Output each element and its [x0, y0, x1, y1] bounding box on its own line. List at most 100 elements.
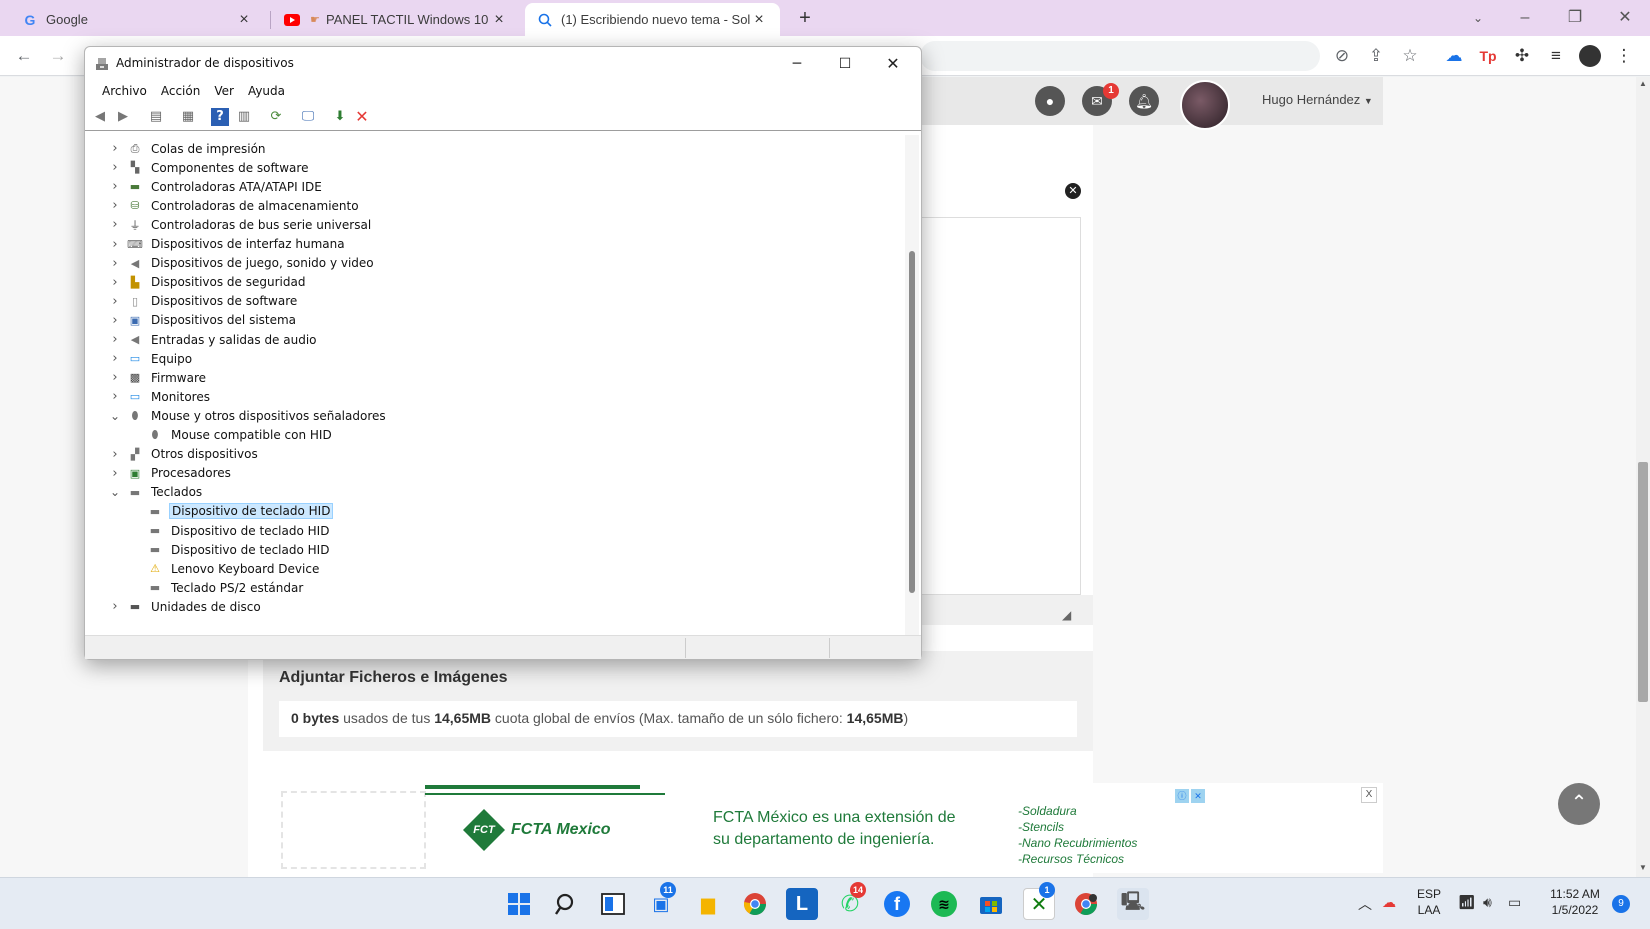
close-icon[interactable]: × — [750, 11, 768, 29]
device-item[interactable]: ⚠ Lenovo Keyboard Device — [127, 559, 321, 578]
chevron-down-icon[interactable]: ⌄ — [107, 409, 123, 423]
chrome-icon[interactable] — [739, 888, 771, 920]
chevron-right-icon[interactable]: › — [107, 141, 123, 156]
chevron-right-icon[interactable]: › — [107, 332, 123, 347]
chevron-up-icon[interactable]: ︿ — [1358, 894, 1372, 914]
close-icon[interactable]: × — [490, 11, 508, 29]
menu-ayuda[interactable]: Ayuda — [241, 81, 292, 103]
volume-icon[interactable]: 🔊︎ — [1483, 894, 1492, 911]
tab-search-icon[interactable]: ⌄ — [1455, 4, 1501, 32]
chevron-right-icon[interactable]: › — [107, 389, 123, 404]
forward-arrow-icon[interactable]: ▶ — [114, 108, 132, 126]
chevron-right-icon[interactable]: › — [107, 370, 123, 385]
search-icon[interactable] — [550, 888, 582, 920]
chevron-right-icon[interactable]: › — [107, 447, 123, 462]
update-driver-icon[interactable]: ⟳ — [267, 108, 285, 126]
windows-start-icon[interactable] — [503, 888, 535, 920]
ad-close-icon[interactable]: ✕ — [1191, 789, 1205, 803]
language-indicator[interactable]: ESP LAA — [1414, 887, 1444, 917]
battery-icon[interactable]: ▭ — [1508, 894, 1521, 911]
kebab-menu-icon[interactable]: ⋮ — [1612, 44, 1636, 68]
task-view-icon[interactable] — [597, 888, 629, 920]
ad-choices[interactable]: ⓘ ✕ — [1175, 789, 1205, 803]
window-titlebar[interactable]: Administrador de dispositivos ─ ☐ ✕ — [85, 47, 921, 81]
action-pane-icon[interactable]: ▥ — [235, 108, 253, 126]
chevron-right-icon[interactable]: › — [107, 217, 123, 232]
eye-slash-icon[interactable]: ⊘ — [1330, 44, 1354, 68]
notification-count-badge[interactable]: 9 — [1612, 895, 1630, 913]
device-item[interactable]: ▬ Dispositivo de teclado HID — [127, 502, 334, 521]
scroll-down-arrow-icon[interactable]: ▼ — [1636, 863, 1650, 872]
show-hide-console-tree-icon[interactable]: ▤ — [147, 108, 165, 126]
onedrive-error-icon[interactable]: ☁ — [1382, 894, 1396, 911]
chevron-right-icon[interactable]: › — [107, 351, 123, 366]
scrollbar-thumb[interactable] — [909, 251, 915, 593]
ad-dismiss-button[interactable]: X — [1361, 787, 1377, 803]
device-tree-scrollbar[interactable] — [905, 135, 919, 635]
device-category[interactable]: ⌄ ▬ Teclados — [107, 483, 204, 502]
back-arrow-icon[interactable]: ◀ — [91, 108, 109, 126]
device-category[interactable]: › ◀ Dispositivos de juego, sonido y video — [107, 254, 376, 273]
device-category[interactable]: › ▭ Monitores — [107, 387, 212, 406]
chevron-right-icon[interactable]: › — [107, 294, 123, 309]
close-window-icon[interactable]: ✕ — [873, 51, 913, 77]
device-category[interactable]: › ⛁ Controladoras de almacenamiento — [107, 196, 361, 215]
forward-arrow-icon[interactable]: → — [46, 44, 70, 68]
chevron-down-icon[interactable]: ⌄ — [107, 485, 123, 499]
tab-google[interactable]: G Google × — [10, 3, 265, 36]
add-driver-icon[interactable]: ⬇ — [331, 108, 349, 126]
menu-ver[interactable]: Ver — [207, 81, 241, 103]
spotify-icon[interactable]: ≋ — [928, 888, 960, 920]
chevron-right-icon[interactable]: › — [107, 160, 123, 175]
device-category[interactable]: › ⎙ Colas de impresión — [107, 139, 268, 158]
chevron-right-icon[interactable]: › — [107, 237, 123, 252]
reading-list-icon[interactable]: ≡ — [1544, 44, 1568, 68]
device-category[interactable]: › ▙ Dispositivos de seguridad — [107, 273, 307, 292]
close-icon[interactable]: × — [235, 11, 253, 29]
device-category[interactable]: › ⌨ Dispositivos de interfaz humana — [107, 235, 347, 254]
device-category[interactable]: › ▯ Dispositivos de software — [107, 292, 299, 311]
new-tab-button[interactable]: + — [792, 6, 818, 32]
chevron-right-icon[interactable]: › — [107, 466, 123, 481]
chevron-right-icon[interactable]: › — [107, 198, 123, 213]
device-category[interactable]: › ◀ Entradas y salidas de audio — [107, 330, 319, 349]
minimize-icon[interactable]: – — [1502, 4, 1548, 32]
chrome-profile-icon[interactable] — [1070, 888, 1102, 920]
address-bar[interactable] — [920, 41, 1320, 71]
device-item[interactable]: ▬ Dispositivo de teclado HID — [127, 521, 331, 540]
scroll-to-top-button[interactable]: ⌃ — [1558, 783, 1600, 825]
device-item[interactable]: ▬ Dispositivo de teclado HID — [127, 540, 331, 559]
chevron-right-icon[interactable]: › — [107, 256, 123, 271]
user-menu[interactable]: Hugo Hernández ▼ — [1262, 92, 1373, 107]
chevron-right-icon[interactable]: › — [107, 599, 123, 614]
ad-info-icon[interactable]: ⓘ — [1175, 789, 1189, 803]
maximize-icon[interactable]: ☐ — [825, 51, 865, 77]
device-category[interactable]: › ▞ Otros dispositivos — [107, 445, 260, 464]
device-category[interactable]: › ▭ Equipo — [107, 349, 194, 368]
l-app-icon[interactable]: L — [786, 888, 818, 920]
device-category[interactable]: › ▬ Controladoras ATA/ATAPI IDE — [107, 177, 324, 196]
avatar[interactable] — [1180, 80, 1230, 130]
close-window-icon[interactable]: ✕ — [1602, 4, 1648, 32]
back-arrow-icon[interactable]: ← — [12, 44, 36, 68]
device-item[interactable]: ▬ Teclado PS/2 estándar — [127, 578, 305, 597]
scan-hardware-icon[interactable]: 🖵︎ — [299, 108, 317, 126]
tab-panel-tactil[interactable]: ☛ PANEL TACTIL Windows 10 N × — [272, 3, 520, 36]
scrollbar-thumb[interactable] — [1638, 462, 1648, 702]
device-item[interactable]: ⬮ Mouse compatible con HID — [127, 426, 334, 445]
resize-grip-icon[interactable]: ◢ — [1062, 608, 1071, 622]
clock[interactable]: 11:52 AM 1/5/2022 — [1543, 887, 1607, 917]
profile-avatar-icon[interactable] — [1578, 44, 1602, 68]
menu-archivo[interactable]: Archivo — [95, 81, 154, 103]
user-icon[interactable]: ● — [1035, 86, 1065, 116]
cloud-icon[interactable]: ☁ — [1442, 44, 1466, 68]
chevron-right-icon[interactable]: › — [107, 275, 123, 290]
uninstall-device-icon[interactable]: ✕ — [353, 108, 371, 126]
tp-extension-icon[interactable]: Tp — [1476, 44, 1500, 68]
chevron-right-icon[interactable]: › — [107, 179, 123, 194]
device-manager-taskbar-icon[interactable]: 🖳︎ — [1117, 888, 1149, 920]
page-scrollbar[interactable]: ▲ ▼ — [1636, 77, 1650, 877]
device-category[interactable]: › ▚ Componentes de software — [107, 158, 310, 177]
menu-accion[interactable]: Acción — [154, 81, 207, 103]
share-icon[interactable]: ⇪ — [1364, 44, 1388, 68]
